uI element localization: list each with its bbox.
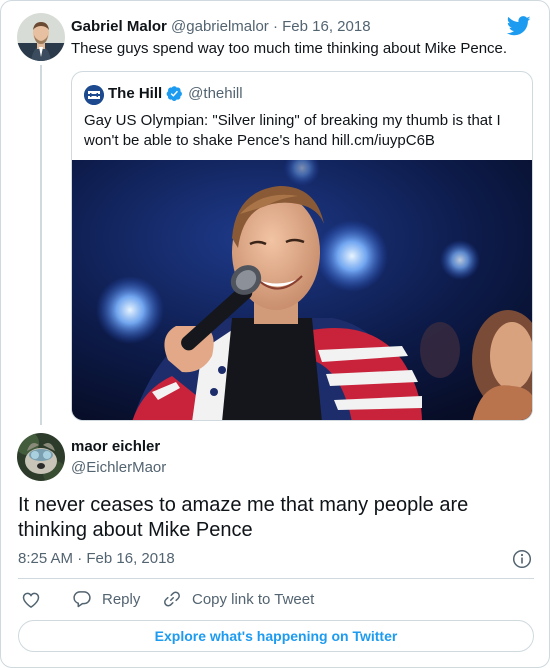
quoted-author-name[interactable]: The Hill <box>108 85 162 102</box>
twitter-bird-icon[interactable] <box>507 15 531 37</box>
like-button[interactable] <box>21 590 41 610</box>
parent-author-handle[interactable]: @gabrielmalor <box>171 18 269 35</box>
header-separator: · <box>272 18 278 35</box>
reply-button-label: Reply <box>102 590 141 608</box>
parent-author-avatar[interactable] <box>17 13 65 61</box>
tweet-embed-card: Gabriel Malor @gabrielmalor · Feb 16, 20… <box>0 0 550 668</box>
thread-connector-line <box>40 65 42 425</box>
reply-author-name[interactable]: maor eichler <box>71 438 160 455</box>
reply-author-handle[interactable]: @EichlerMaor <box>71 459 166 476</box>
reply-timestamp[interactable]: 8:25 AM · Feb 16, 2018 <box>18 550 175 567</box>
verified-badge-icon <box>166 86 183 102</box>
copy-link-label: Copy link to Tweet <box>192 590 315 608</box>
reply-icon <box>73 591 91 608</box>
explore-twitter-button[interactable]: Explore what's happening on Twitter <box>18 620 534 652</box>
the-hill-logo-avatar[interactable] <box>84 85 104 105</box>
parent-tweet-text: These guys spend way too much time think… <box>71 40 508 57</box>
quoted-author-handle[interactable]: @thehill <box>188 85 242 102</box>
reply-tweet-text: It never ceases to amaze me that many pe… <box>18 494 469 541</box>
reply-author-avatar[interactable] <box>17 433 65 481</box>
parent-tweet-date[interactable]: Feb 16, 2018 <box>282 18 370 35</box>
reply-button[interactable]: Reply <box>72 589 140 609</box>
action-divider <box>18 578 534 579</box>
quoted-tweet-header: The Hill @thehill <box>108 85 243 102</box>
heart-icon <box>22 592 40 608</box>
quoted-tweet-card[interactable]: The Hill @thehill Gay US Olympian: "Silv… <box>71 71 533 421</box>
info-icon[interactable] <box>512 549 532 569</box>
copy-link-button[interactable]: Copy link to Tweet <box>162 589 314 609</box>
quoted-tweet-photo[interactable] <box>72 160 532 420</box>
parent-tweet-header: Gabriel Malor @gabrielmalor · Feb 16, 20… <box>71 18 371 35</box>
parent-author-name[interactable]: Gabriel Malor <box>71 18 167 35</box>
quoted-tweet-text: Gay US Olympian: "Silver lining" of brea… <box>84 112 501 149</box>
link-icon <box>164 591 180 607</box>
